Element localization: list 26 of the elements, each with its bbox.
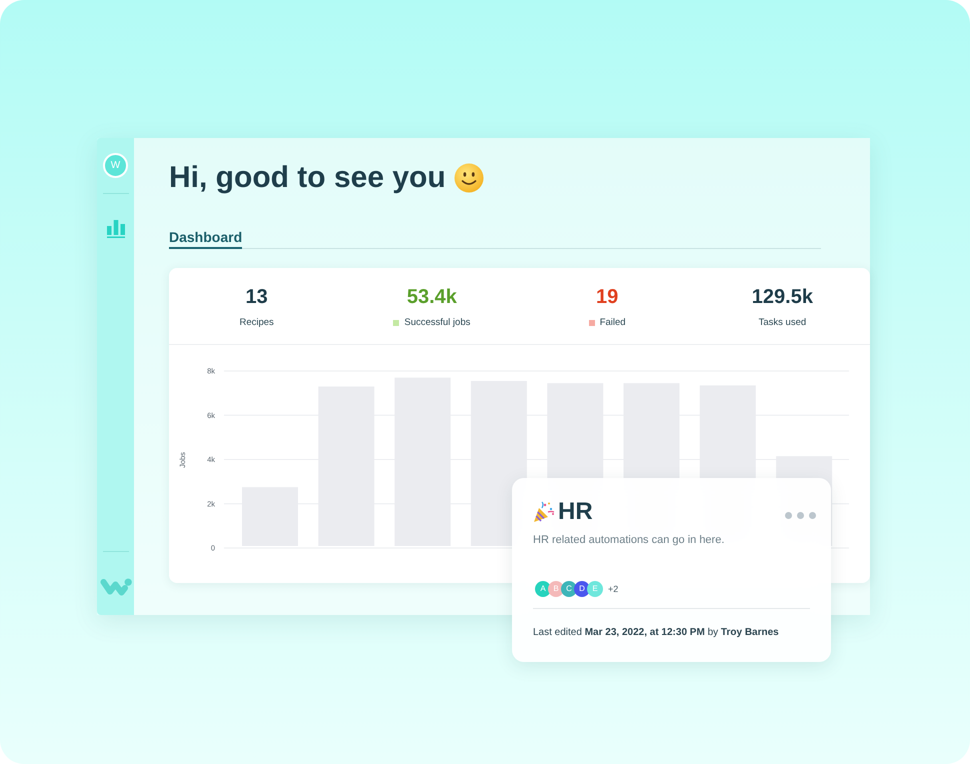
logo-icon	[100, 577, 132, 597]
stat-label: Failed	[600, 317, 626, 329]
greeting-title: Hi, good to see you	[169, 160, 446, 196]
avatar: E	[587, 581, 603, 597]
stat-label: Successful jobs	[404, 317, 470, 329]
more-icon	[785, 512, 816, 518]
bar-chart-icon[interactable]	[106, 220, 124, 238]
avatar: D	[574, 581, 590, 597]
stat-value: 129.5k	[752, 285, 813, 309]
tab[interactable]: Dashboard	[169, 229, 242, 249]
group-card[interactable]: HR HR related automations can go in here. A B C D E +2 Last edited Mar 23, 2022, at 12:30 PM by Troy Barnes	[512, 478, 831, 662]
group-title: HR	[558, 499, 593, 525]
more-button[interactable]	[785, 512, 816, 518]
stat-value: 13	[246, 285, 268, 309]
last-edited-text: Last edited Mar 23, 2022, at 12:30 PM by Troy Barnes	[533, 626, 780, 639]
party-popper-icon	[533, 501, 555, 523]
stat-label: Tasks used	[758, 317, 806, 329]
avatar: B	[548, 581, 564, 597]
stat-value: 19	[596, 285, 618, 309]
avatar: A	[535, 581, 551, 597]
avatar: C	[561, 581, 577, 597]
stat-value: 53.4k	[406, 285, 457, 309]
more-members-count: +2	[608, 583, 618, 595]
smiley-face-icon	[454, 163, 484, 193]
group-description: HR related automations can go in here.	[533, 533, 726, 547]
stat-label: Recipes	[239, 317, 274, 329]
